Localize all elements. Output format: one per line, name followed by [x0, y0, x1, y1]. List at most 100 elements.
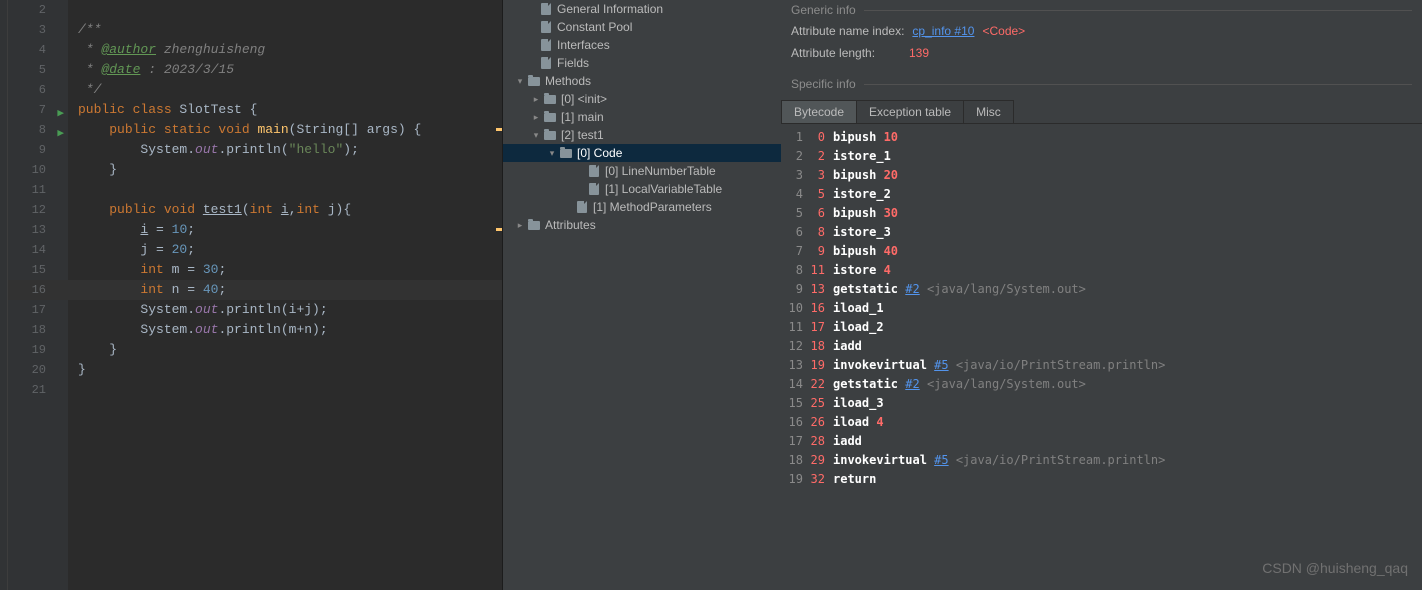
code-line[interactable]: int n = 40;: [68, 280, 502, 300]
cp-ref-link[interactable]: #2: [905, 282, 919, 296]
line-number: 20: [8, 360, 68, 380]
chevron-down-icon[interactable]: ▾: [531, 126, 541, 144]
code-line[interactable]: * @author zhenghuisheng: [68, 40, 502, 60]
tree-item[interactable]: ▸Attributes: [503, 216, 781, 234]
line-number: 17: [8, 300, 68, 320]
tree-item-label: [0] Code: [577, 144, 622, 162]
chevron-right-icon[interactable]: ▸: [531, 90, 541, 108]
bc-linenum: 12: [781, 337, 809, 356]
file-icon: [587, 164, 601, 178]
change-marker: [496, 228, 502, 231]
code-line[interactable]: }: [68, 360, 502, 380]
bc-offset: 6: [809, 204, 833, 223]
line-number: 16: [8, 280, 68, 300]
code-line[interactable]: System.out.println(m+n);: [68, 320, 502, 340]
tab-bytecode[interactable]: Bytecode: [781, 100, 857, 123]
line-number: 19: [8, 340, 68, 360]
code-line[interactable]: [68, 180, 502, 200]
code-line[interactable]: }: [68, 160, 502, 180]
tree-item[interactable]: [1] MethodParameters: [503, 198, 781, 216]
folder-icon: [543, 92, 557, 106]
code-line[interactable]: int m = 30;: [68, 260, 502, 280]
bytecode-line: 913getstatic #2 <java/lang/System.out>: [781, 280, 1422, 299]
bc-instruction: istore_1: [833, 147, 891, 166]
tree-item[interactable]: [1] LocalVariableTable: [503, 180, 781, 198]
line-number: 9: [8, 140, 68, 160]
cp-ref-link[interactable]: #2: [905, 377, 919, 391]
bc-linenum: 18: [781, 451, 809, 470]
bc-instruction: istore_3: [833, 223, 891, 242]
chevron-down-icon[interactable]: ▾: [515, 72, 525, 90]
tree-item[interactable]: Constant Pool: [503, 18, 781, 36]
code-line[interactable]: i = 10;: [68, 220, 502, 240]
bc-instruction: return: [833, 470, 876, 489]
bc-instruction: iload 4: [833, 413, 884, 432]
tree-item[interactable]: ▸[1] main: [503, 108, 781, 126]
folder-icon: [543, 128, 557, 142]
code-area[interactable]: /** * @author zhenghuisheng * @date : 20…: [68, 0, 502, 590]
bc-instruction: getstatic #2 <java/lang/System.out>: [833, 280, 1086, 299]
chevron-down-icon[interactable]: ▾: [547, 144, 557, 162]
code-line[interactable]: }: [68, 340, 502, 360]
code-line[interactable]: */: [68, 80, 502, 100]
file-icon: [539, 20, 553, 34]
bytecode-line: 1117iload_2: [781, 318, 1422, 337]
tree-item-label: Constant Pool: [557, 18, 632, 36]
chevron-right-icon[interactable]: ▸: [515, 216, 525, 234]
tree-item-label: [0] LineNumberTable: [605, 162, 716, 180]
tree-item[interactable]: Fields: [503, 54, 781, 72]
bc-instruction: iadd: [833, 432, 862, 451]
code-line[interactable]: [68, 380, 502, 400]
file-icon: [539, 56, 553, 70]
folder-icon: [559, 146, 573, 160]
line-number: 6: [8, 80, 68, 100]
tree-item[interactable]: General Information: [503, 0, 781, 18]
attr-name-label: Attribute name index:: [791, 24, 904, 38]
code-line[interactable]: /**: [68, 20, 502, 40]
code-line[interactable]: public class SlotTest {: [68, 100, 502, 120]
specific-info-title: Specific info: [781, 74, 1422, 94]
tab-exception-table[interactable]: Exception table: [856, 100, 964, 123]
code-line[interactable]: System.out.println(i+j);: [68, 300, 502, 320]
bc-offset: 17: [809, 318, 833, 337]
chevron-right-icon[interactable]: ▸: [531, 108, 541, 126]
bc-offset: 26: [809, 413, 833, 432]
bc-instruction: bipush 30: [833, 204, 898, 223]
tree-item-label: Methods: [545, 72, 591, 90]
tree-item[interactable]: [0] LineNumberTable: [503, 162, 781, 180]
code-line[interactable]: * @date : 2023/3/15: [68, 60, 502, 80]
bc-offset: 11: [809, 261, 833, 280]
bc-linenum: 11: [781, 318, 809, 337]
tree-item-label: General Information: [557, 0, 663, 18]
bc-offset: 13: [809, 280, 833, 299]
generic-info-label: Generic info: [791, 0, 856, 20]
cp-ref-link[interactable]: #5: [934, 453, 948, 467]
line-number: 15: [8, 260, 68, 280]
cp-ref-link[interactable]: #5: [934, 358, 948, 372]
bc-offset: 16: [809, 299, 833, 318]
tree-item-label: [0] <init>: [561, 90, 607, 108]
tree-item[interactable]: ▾ [0] Code: [503, 144, 781, 162]
line-number: 21: [8, 380, 68, 400]
attr-name-row: Attribute name index: cp_info #10 <Code>: [781, 20, 1422, 42]
tree-item[interactable]: ▸ [0] <init>: [503, 90, 781, 108]
code-line[interactable]: j = 20;: [68, 240, 502, 260]
structure-tree[interactable]: General InformationConstant PoolInterfac…: [503, 0, 781, 590]
bc-offset: 2: [809, 147, 833, 166]
bytecode-line: 22istore_1: [781, 147, 1422, 166]
bytecode-line: 68istore_3: [781, 223, 1422, 242]
code-line[interactable]: public static void main(String[] args) {: [68, 120, 502, 140]
code-line[interactable]: System.out.println("hello");: [68, 140, 502, 160]
attr-name-link[interactable]: cp_info #10: [912, 24, 974, 38]
code-line[interactable]: public void test1(int i,int j){: [68, 200, 502, 220]
bytecode-listing[interactable]: 10bipush 1022istore_133bipush 2045istore…: [781, 124, 1422, 590]
tree-item[interactable]: Interfaces: [503, 36, 781, 54]
bc-linenum: 6: [781, 223, 809, 242]
code-line[interactable]: [68, 0, 502, 20]
line-number: 4: [8, 40, 68, 60]
bc-instruction: istore_2: [833, 185, 891, 204]
tree-item[interactable]: ▾ Methods: [503, 72, 781, 90]
line-number: 5: [8, 60, 68, 80]
tab-misc[interactable]: Misc: [963, 100, 1014, 123]
tree-item[interactable]: ▾[2] test1: [503, 126, 781, 144]
